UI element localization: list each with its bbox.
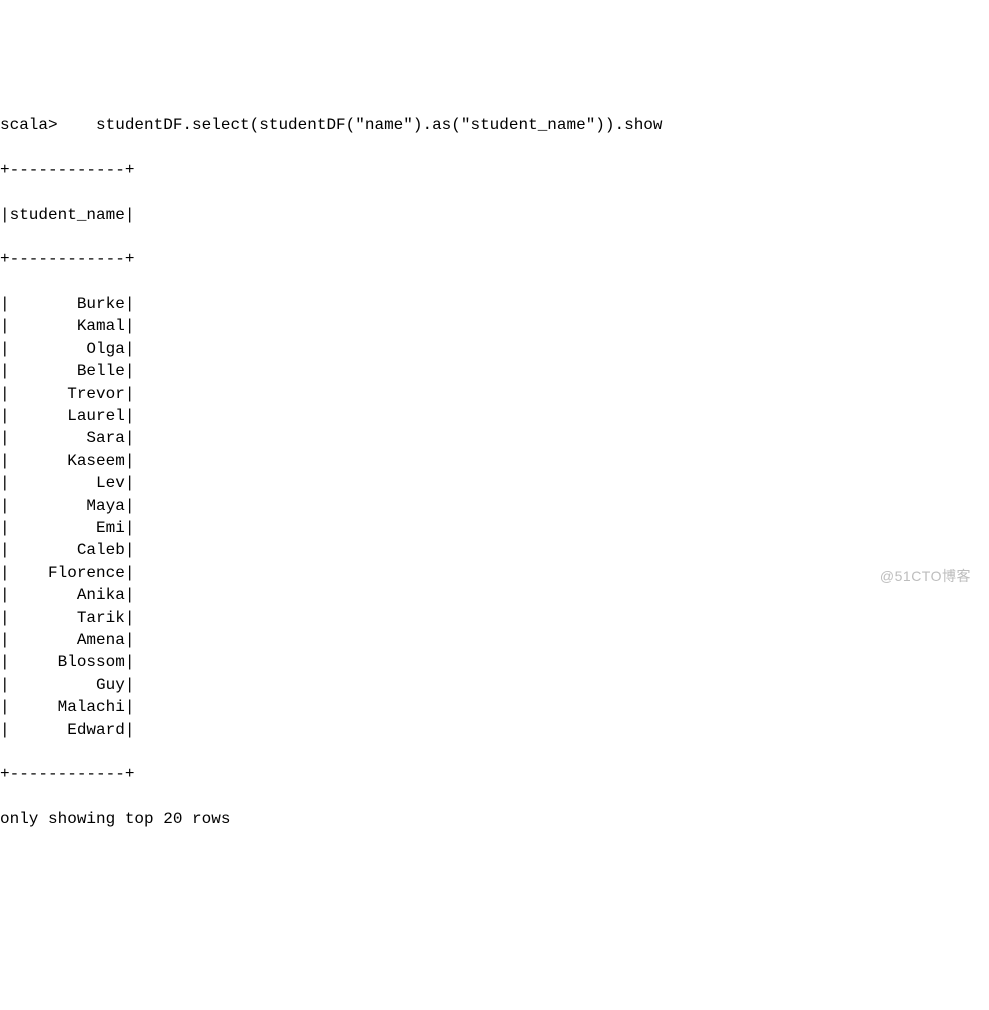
table-border-mid: +------------+ <box>0 248 989 270</box>
command-line: scala> studentDF.select(studentDF("name"… <box>0 114 989 136</box>
prompt: scala> <box>0 116 58 134</box>
command-text: studentDF.select(studentDF("name").as("s… <box>58 116 663 134</box>
table-header: |student_name| <box>0 204 989 226</box>
watermark: @51CTO博客 <box>880 567 971 587</box>
terminal-output: scala> studentDF.select(studentDF("name"… <box>0 90 989 853</box>
footer-text: only showing top 20 rows <box>0 808 989 830</box>
table-border-top: +------------+ <box>0 159 989 181</box>
table-rows: | Burke| | Kamal| | Olga| | Belle| | Tre… <box>0 293 989 741</box>
table-border-bottom: +------------+ <box>0 763 989 785</box>
